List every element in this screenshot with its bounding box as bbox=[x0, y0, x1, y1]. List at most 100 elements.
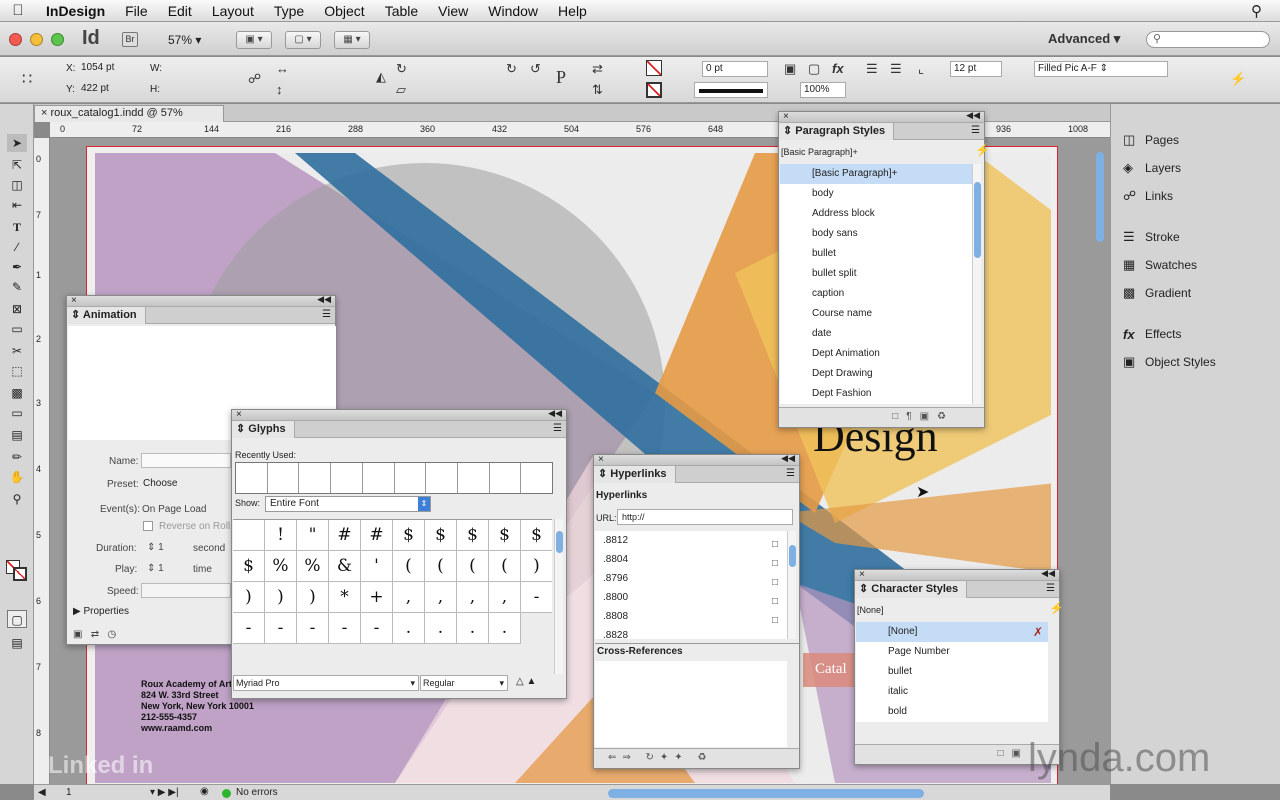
paragraph-style-item[interactable]: bullet bbox=[780, 244, 974, 264]
type-tool-icon[interactable]: T bbox=[7, 218, 27, 236]
corner-options-icon[interactable]: ⌞ bbox=[918, 61, 924, 77]
glyph-cell[interactable]: - bbox=[329, 613, 361, 644]
glyph-cell[interactable]: + bbox=[361, 582, 393, 613]
glyph-cell[interactable]: ( bbox=[425, 551, 457, 582]
arrange-documents-button[interactable]: ▦ ▾ bbox=[334, 31, 370, 49]
menu-table[interactable]: Table bbox=[375, 3, 428, 19]
character-style-item[interactable]: italic bbox=[856, 682, 1048, 702]
menu-layout[interactable]: Layout bbox=[202, 3, 264, 19]
y-field[interactable]: 422 pt bbox=[78, 82, 142, 98]
glyph-cell[interactable]: ) bbox=[233, 582, 265, 613]
note-tool-icon[interactable]: ▤ bbox=[7, 426, 27, 444]
reference-point-icon[interactable]: ∷ bbox=[22, 69, 32, 89]
glyph-cell[interactable]: ! bbox=[265, 520, 297, 551]
effects-panel-button[interactable]: fx Effects bbox=[1123, 323, 1181, 345]
apple-menu-icon[interactable]:  bbox=[0, 2, 36, 19]
paragraph-style-item[interactable]: caption bbox=[780, 284, 974, 304]
gap-tool-icon[interactable]: ⇤ bbox=[7, 196, 27, 214]
glyph-cell[interactable] bbox=[233, 520, 265, 551]
close-panel-icon[interactable]: × bbox=[71, 295, 77, 306]
help-search-input[interactable]: ⚲ bbox=[1146, 31, 1270, 48]
glyph-cell[interactable]: ( bbox=[489, 551, 521, 582]
glyph-cell[interactable]: - bbox=[297, 613, 329, 644]
eyedropper-tool-icon[interactable]: ✏ bbox=[7, 448, 27, 466]
paragraph-style-item[interactable]: Address block bbox=[780, 204, 974, 224]
glyph-cell[interactable]: * bbox=[329, 582, 361, 613]
glyph-grid[interactable]: ! " # # $ $ $ $ $ $%% & '(((()))) * +,,,, - - - - - -.... bbox=[233, 519, 552, 674]
fill-swatch[interactable] bbox=[646, 60, 662, 76]
menu-window[interactable]: Window bbox=[478, 3, 548, 19]
gradient-feather-tool-icon[interactable]: ▭ bbox=[7, 404, 27, 422]
glyph-cell[interactable]: - bbox=[233, 613, 265, 644]
first-page-icon[interactable]: ◀ bbox=[38, 787, 46, 798]
menu-help[interactable]: Help bbox=[548, 3, 597, 19]
glyph-cell[interactable]: . bbox=[489, 613, 521, 644]
paragraph-style-item[interactable]: body sans bbox=[780, 224, 974, 244]
paragraph-style-item[interactable]: [Basic Paragraph]+ bbox=[780, 164, 974, 184]
paragraph-styles-list[interactable]: [Basic Paragraph]+ body Address block bo… bbox=[780, 164, 974, 404]
hyperlinks-footer-icons[interactable]: ⇐⇒ ↻✦✦ ♻ bbox=[594, 748, 799, 768]
page-tool-icon[interactable]: ◫ bbox=[7, 176, 27, 194]
object-styles-panel-button[interactable]: ▣ Object Styles bbox=[1123, 351, 1216, 373]
hyperlinks-scrollbar[interactable] bbox=[787, 531, 796, 639]
glyph-cell[interactable]: $ bbox=[521, 520, 552, 551]
new-style-lightning-icon[interactable]: ⚡ bbox=[975, 143, 990, 157]
character-style-item[interactable]: Page Number bbox=[856, 642, 1048, 662]
glyph-cell[interactable]: ( bbox=[457, 551, 489, 582]
glyph-cell[interactable]: & bbox=[329, 551, 361, 582]
free-transform-tool-icon[interactable]: ⬚ bbox=[7, 362, 27, 380]
glyph-cell[interactable]: . bbox=[425, 613, 457, 644]
preview-mode-icon[interactable]: ▢ bbox=[7, 610, 27, 628]
scale-y-icon[interactable]: ↕ bbox=[276, 82, 283, 97]
rotate-ccw-icon[interactable]: ↺ bbox=[530, 61, 541, 77]
hand-tool-icon[interactable]: ✋ bbox=[7, 468, 27, 486]
glyph-cell[interactable]: $ bbox=[233, 551, 265, 582]
properties-toggle[interactable]: ▶ Properties bbox=[73, 606, 129, 617]
style-select[interactable]: Regular ▾ bbox=[420, 675, 508, 691]
hyperlinks-list[interactable]: .8812 .8804 .8796 .8800 .8808 .8828 bbox=[595, 531, 790, 639]
preset-select[interactable]: Choose bbox=[143, 478, 177, 489]
x-field[interactable]: 1054 pt bbox=[78, 61, 142, 77]
paragraph-styles-scrollbar[interactable] bbox=[972, 164, 981, 404]
panel-menu-icon[interactable]: ☰ bbox=[1046, 583, 1055, 594]
document-tab[interactable]: × roux_catalog1.indd @ 57% bbox=[34, 105, 224, 122]
rotate-cw-icon[interactable]: ↻ bbox=[506, 61, 517, 77]
hyperlink-item[interactable]: .8812 bbox=[595, 531, 790, 550]
vertical-scrollbar[interactable] bbox=[1096, 152, 1104, 242]
view-options-button[interactable]: ▣ ▾ bbox=[236, 31, 272, 49]
stroke-panel-button[interactable]: ☰ Stroke bbox=[1123, 226, 1180, 248]
url-input[interactable]: http:// bbox=[617, 509, 793, 525]
glyph-cell[interactable]: . bbox=[393, 613, 425, 644]
glyph-cell[interactable]: % bbox=[297, 551, 329, 582]
rotate-icon[interactable]: ↻ bbox=[396, 61, 407, 77]
character-style-item[interactable]: bold bbox=[856, 702, 1048, 722]
line-tool-icon[interactable]: ∕ bbox=[7, 238, 27, 256]
glyphs-tab[interactable]: ⇕ Glyphs bbox=[232, 421, 295, 438]
zoom-level[interactable]: 57% ▾ bbox=[168, 33, 201, 47]
close-panel-icon[interactable]: × bbox=[859, 569, 865, 580]
glyph-cell[interactable]: # bbox=[361, 520, 393, 551]
show-select[interactable]: Entire Font ⇕ bbox=[265, 496, 431, 512]
constrain-proportions-icon[interactable]: ☍ bbox=[248, 71, 261, 87]
paragraph-style-item[interactable]: Course name bbox=[780, 304, 974, 324]
character-styles-list[interactable]: [None] Page Number bullet italic bold bbox=[856, 622, 1048, 722]
cross-references-list[interactable] bbox=[595, 661, 787, 747]
collapse-panel-icon[interactable]: ◀◀ bbox=[548, 408, 562, 419]
glyph-cell[interactable]: - bbox=[361, 613, 393, 644]
close-panel-icon[interactable]: × bbox=[598, 454, 604, 465]
scale-x-icon[interactable]: ↔ bbox=[276, 61, 289, 76]
glyph-cell[interactable]: # bbox=[329, 520, 361, 551]
object-style-select[interactable]: Filled Pic A-F ⇕ bbox=[1034, 61, 1168, 77]
horizontal-scrollbar[interactable] bbox=[608, 789, 924, 798]
scissors-tool-icon[interactable]: ✂ bbox=[7, 342, 27, 360]
hyperlink-item[interactable]: .8808 bbox=[595, 607, 790, 626]
panel-menu-icon[interactable]: ☰ bbox=[971, 125, 980, 136]
new-char-style-lightning-icon[interactable]: ⚡ bbox=[1049, 601, 1064, 615]
animation-footer-icons[interactable]: ▣ ⇄ ◷ bbox=[73, 629, 116, 640]
paragraph-style-item[interactable]: bullet split bbox=[780, 264, 974, 284]
gradient-tool-icon[interactable]: ▩ bbox=[7, 384, 27, 402]
stroke-weight-field[interactable]: 0 pt bbox=[702, 61, 768, 77]
reverse-on-roll-off-checkbox[interactable] bbox=[143, 521, 153, 531]
hyperlink-item[interactable]: .8804 bbox=[595, 550, 790, 569]
pages-panel-button[interactable]: ◫ Pages bbox=[1123, 129, 1179, 151]
